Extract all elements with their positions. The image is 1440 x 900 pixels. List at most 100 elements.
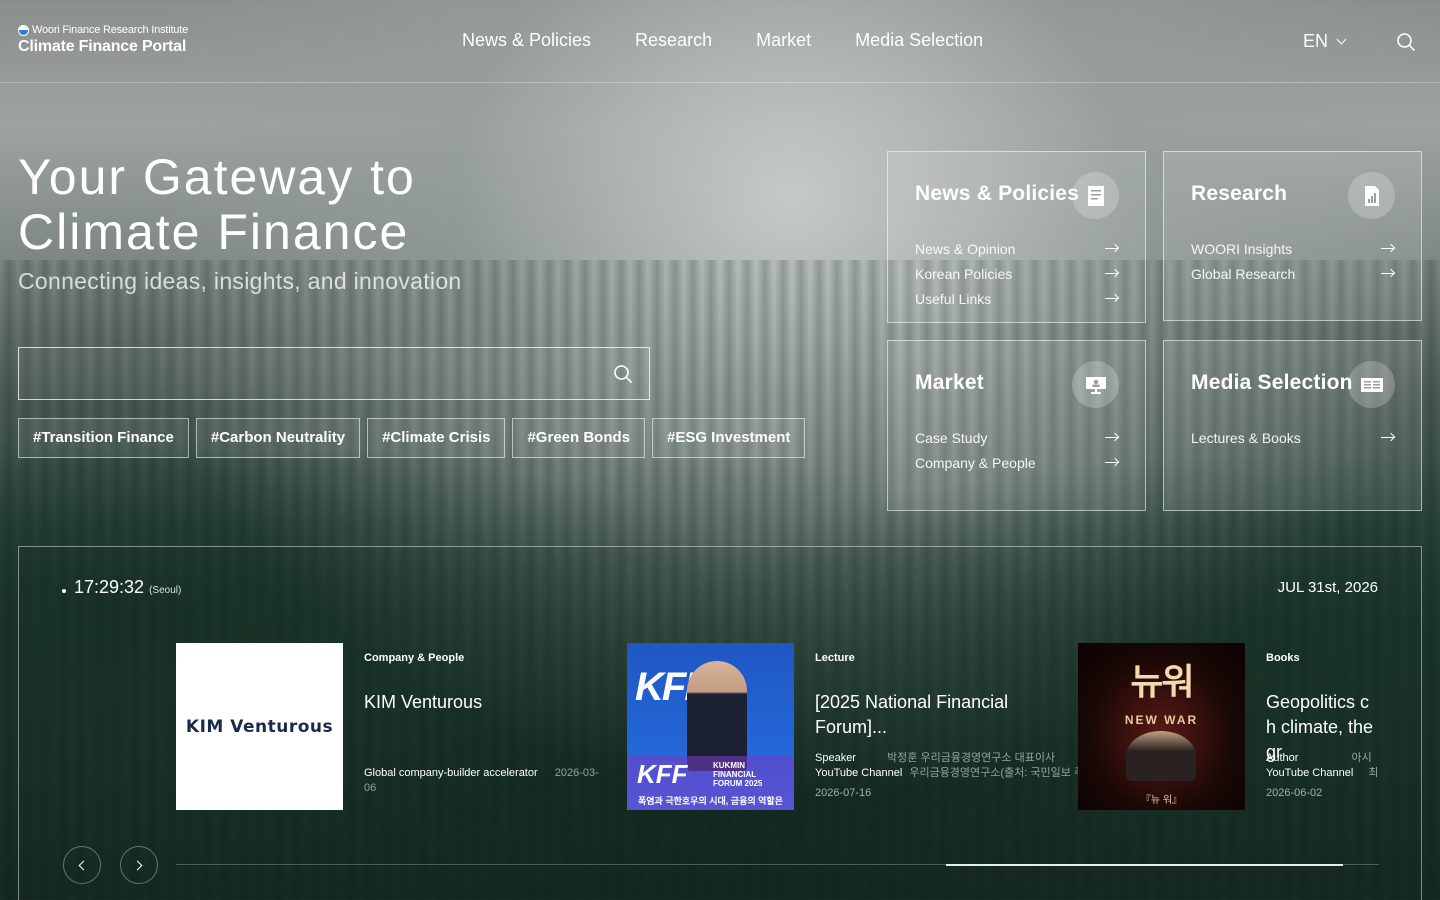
author-portrait (1126, 731, 1196, 781)
hero-subtitle: Connecting ideas, insights, and innovati… (18, 268, 462, 294)
report-chart-icon (1348, 172, 1395, 219)
link-label: Global Research (1191, 265, 1296, 282)
chevron-right-icon (132, 860, 143, 870)
slide-meta: Global company-builder accelerator 2026-… (364, 766, 604, 796)
search-icon[interactable] (613, 364, 633, 384)
card-title[interactable]: News & Policies (915, 182, 1079, 206)
carousel-slide[interactable]: KFF KFF KUKMIN FINANCIAL FORUM 2025 폭염과 … (627, 643, 1079, 813)
carousel-prev-button[interactable] (63, 846, 101, 884)
arrow-right-icon (1381, 269, 1395, 279)
arrow-right-icon (1105, 433, 1119, 443)
arrow-right-icon (1381, 433, 1395, 443)
thumb-caption: 폭염과 극한호우의 시대, 금융의 역할은 (638, 796, 783, 806)
bullet-dot-icon (62, 589, 66, 593)
carousel-progress-track[interactable] (176, 863, 1379, 866)
chevron-left-icon (78, 860, 89, 870)
carousel-slide[interactable]: 뉴워 NEW WAR 『뉴 워』 Books Geopolitics ch cl… (1078, 643, 1379, 813)
search-input[interactable] (19, 348, 579, 399)
slide-meta-channel: YouTube Channel 최종 (1266, 766, 1379, 781)
card-links: Case Study Company & People (915, 425, 1119, 475)
meta-value: 최종 (1368, 767, 1379, 779)
carousel-next-button[interactable] (120, 846, 158, 884)
slide-meta-channel: YouTube Channel 우리금융경영연구소(출처: 국민일보 주식회사) (815, 766, 1079, 781)
slide-thumbnail: 뉴워 NEW WAR 『뉴 워』 (1078, 643, 1245, 810)
nav-media-selection[interactable]: Media Selection (855, 30, 983, 51)
slide-title: KIM Venturous (364, 692, 483, 712)
book-title-english: NEW WAR (1124, 713, 1199, 727)
newspaper-icon (1348, 361, 1395, 408)
card-links: WOORI Insights Global Research (1191, 236, 1395, 286)
media-panel: 17:29:32 (Seoul) JUL 31st, 2026 KIM Vent… (18, 546, 1422, 900)
seoul-clock: 17:29:32 (Seoul) (62, 577, 181, 598)
slide-category: Books (1266, 652, 1300, 664)
tag-transition-finance[interactable]: #Transition Finance (18, 418, 189, 458)
logo-org: Woori Finance Research Institute (18, 24, 188, 36)
hero-title: Your Gateway to Climate Finance (18, 150, 416, 260)
card-media-selection: Media Selection Lectures & Books (1163, 340, 1422, 511)
nav-news-policies[interactable]: News & Policies (462, 30, 591, 51)
woori-logo-icon (18, 24, 29, 36)
link-korean-policies[interactable]: Korean Policies (915, 261, 1119, 286)
clock-time: 17:29:32 (74, 577, 145, 597)
thumb-logo-text: KIM Venturous (185, 716, 334, 737)
slide-meta-speaker: Speaker 박정훈 우리금융경영연구소 대표이사 (815, 751, 1079, 766)
link-label: WOORI Insights (1191, 240, 1293, 257)
card-title[interactable]: Media Selection (1191, 371, 1353, 395)
media-carousel: KIM Venturous Company & People KIM Ventu… (176, 643, 1379, 813)
tag-carbon-neutrality[interactable]: #Carbon Neutrality (195, 418, 361, 458)
link-label: Lectures & Books (1191, 429, 1301, 446)
card-research: Research WOORI Insights Global Research (1163, 151, 1422, 321)
link-global-research[interactable]: Global Research (1191, 261, 1395, 286)
book-title-korean: 뉴워 (1130, 661, 1194, 702)
hero-search (18, 347, 650, 400)
slide-text: Company & People KIM Venturous Global co… (364, 643, 604, 796)
nav-market[interactable]: Market (756, 30, 811, 51)
nav-research[interactable]: Research (635, 30, 712, 51)
main-nav: News & Policies Research Market Media Se… (462, 30, 1027, 51)
presentation-icon (1072, 361, 1119, 408)
arrow-right-icon (1105, 244, 1119, 254)
link-woori-insights[interactable]: WOORI Insights (1191, 236, 1395, 261)
card-market: Market Case Study Company & People (887, 340, 1146, 511)
tag-green-bonds[interactable]: #Green Bonds (512, 418, 645, 458)
speaker-figure (687, 661, 747, 771)
language-selector[interactable]: EN (1303, 31, 1347, 52)
logo-portal-name: Climate Finance Portal (18, 38, 187, 55)
arrow-right-icon (1105, 458, 1119, 468)
link-label: Case Study (915, 429, 988, 446)
link-lectures-books[interactable]: Lectures & Books (1191, 425, 1395, 450)
slide-title: Geopolitics ch climate, the gr (1266, 692, 1374, 762)
meta-label: Speaker (815, 752, 856, 764)
tag-climate-crisis[interactable]: #Climate Crisis (367, 418, 506, 458)
carousel-slide[interactable]: KIM Venturous Company & People KIM Ventu… (176, 643, 599, 813)
site-logo[interactable]: Woori Finance Research Institute Climate… (18, 24, 188, 56)
link-label: News & Opinion (915, 240, 1016, 257)
carousel-progress-fill (946, 863, 1343, 866)
search-icon[interactable] (1396, 32, 1416, 52)
meta-label: Global company-builder accelerator (364, 767, 538, 779)
logo-org-text: Woori Finance Research Institute (32, 24, 189, 36)
language-label: EN (1303, 31, 1329, 51)
slide-thumbnail: KFF KFF KUKMIN FINANCIAL FORUM 2025 폭염과 … (627, 643, 794, 810)
card-news-policies: News & Policies News & Opinion Korean Po… (887, 151, 1146, 323)
link-label: Korean Policies (915, 265, 1013, 282)
link-label: Company & People (915, 454, 1036, 471)
link-news-opinion[interactable]: News & Opinion (915, 236, 1119, 261)
link-case-study[interactable]: Case Study (915, 425, 1119, 450)
document-icon (1072, 172, 1119, 219)
meta-value: 박정훈 우리금융경영연구소 대표이사 (887, 752, 1056, 764)
link-useful-links[interactable]: Useful Links (915, 286, 1119, 311)
tag-esg-investment[interactable]: #ESG Investment (652, 418, 806, 458)
thumb-forum-name: KUKMIN FINANCIAL FORUM 2025 (713, 761, 763, 788)
hero-title-line1: Your Gateway to (18, 149, 416, 205)
hashtag-list: #Transition Finance #Carbon Neutrality #… (18, 418, 812, 458)
slide-text: Books Geopolitics ch climate, the gr Aut… (1266, 643, 1379, 799)
slide-category: Company & People (364, 652, 465, 664)
clock-city: (Seoul) (149, 585, 182, 596)
card-title[interactable]: Research (1191, 182, 1287, 206)
link-company-people[interactable]: Company & People (915, 450, 1119, 475)
chevron-down-icon (1336, 34, 1347, 44)
slide-meta-author: Author 아시 (1266, 751, 1379, 766)
card-title[interactable]: Market (915, 371, 984, 395)
slide-text: Lecture [2025 National Financial Forum].… (815, 643, 1079, 799)
